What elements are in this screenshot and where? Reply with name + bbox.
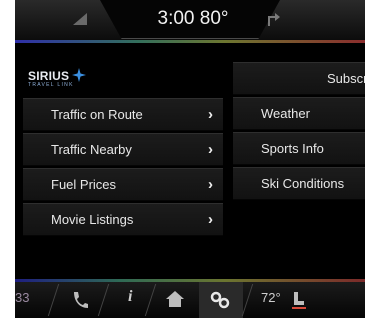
menu-item-traffic-on-route[interactable]: Traffic on Route › — [23, 98, 223, 131]
time-temperature: 3:00 80° — [157, 8, 229, 29]
divider — [241, 284, 254, 316]
chevron-right-icon: › — [208, 176, 213, 193]
menu-item-label: Movie Listings — [51, 212, 134, 227]
bottom-nav-bar: 33 i 72° — [15, 282, 365, 318]
divider — [97, 284, 110, 316]
menu-item-label: Traffic on Route — [51, 107, 143, 122]
menu-item-label: Traffic Nearby — [51, 142, 132, 157]
home-icon[interactable] — [165, 290, 185, 308]
divider — [47, 284, 60, 316]
menu-item-label: Weather — [261, 106, 310, 121]
menu-item-label: Ski Conditions — [261, 176, 345, 191]
status-bar: 3:00 80° — [15, 0, 365, 40]
sirius-travel-link-logo: SIRIUS TRAVEL LINK — [28, 68, 98, 94]
heated-seat-icon[interactable] — [289, 290, 307, 310]
status-accent-line — [15, 40, 365, 43]
menu-item-movie-listings[interactable]: Movie Listings › — [23, 203, 223, 236]
logo-brand: SIRIUS — [28, 69, 70, 83]
menu-item-sports-info[interactable]: Sports Info — [233, 132, 365, 165]
chevron-right-icon: › — [208, 211, 213, 228]
sirius-star-icon — [72, 68, 86, 82]
logo-subtitle: TRAVEL LINK — [28, 82, 74, 88]
navigation-arrow-icon — [268, 13, 280, 26]
info-menu: Subscription In Weather Sports Info Ski … — [233, 62, 365, 202]
menu-item-label: Subscription In — [327, 71, 365, 86]
travel-link-menu: Traffic on Route › Traffic Nearby › Fuel… — [23, 98, 223, 238]
divider — [144, 284, 157, 316]
settings-icon[interactable] — [210, 291, 230, 309]
menu-item-label: Sports Info — [261, 141, 324, 156]
info-icon[interactable]: i — [128, 288, 132, 306]
menu-item-fuel-prices[interactable]: Fuel Prices › — [23, 168, 223, 201]
signal-icon — [73, 13, 87, 25]
menu-item-traffic-nearby[interactable]: Traffic Nearby › — [23, 133, 223, 166]
left-readout: 33 — [15, 290, 30, 305]
menu-item-weather[interactable]: Weather — [233, 97, 365, 130]
menu-item-label: Fuel Prices — [51, 177, 117, 192]
cabin-temperature[interactable]: 72° — [261, 290, 281, 305]
display-screen: 3:00 80° SIRIUS TRAVEL LINK Traffic on R… — [15, 0, 365, 318]
phone-icon[interactable] — [70, 290, 88, 310]
chevron-right-icon: › — [208, 141, 213, 158]
menu-item-ski-conditions[interactable]: Ski Conditions — [233, 167, 365, 200]
chevron-right-icon: › — [208, 106, 213, 123]
menu-item-subscription-info[interactable]: Subscription In — [233, 62, 365, 95]
